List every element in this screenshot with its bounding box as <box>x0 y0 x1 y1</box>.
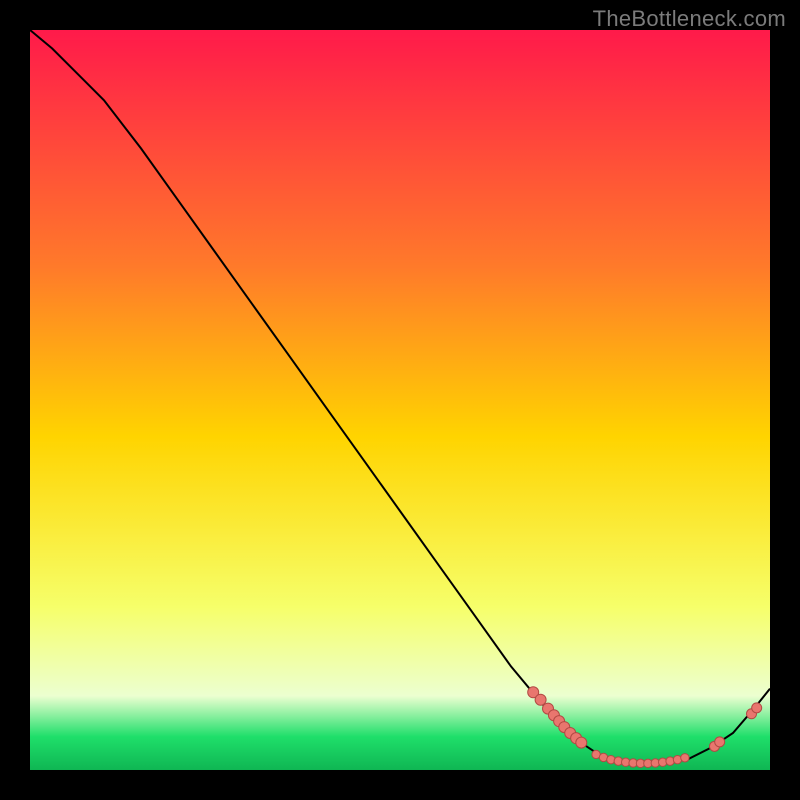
data-marker <box>576 737 587 748</box>
data-marker <box>535 694 546 705</box>
chart-frame: TheBottleneck.com <box>0 0 800 800</box>
data-marker <box>681 754 689 762</box>
plot-area <box>30 30 770 770</box>
data-marker <box>752 703 762 713</box>
data-marker <box>715 737 725 747</box>
gradient-background <box>30 30 770 770</box>
bottleneck-curve-chart <box>30 30 770 770</box>
watermark-text: TheBottleneck.com <box>593 6 786 32</box>
